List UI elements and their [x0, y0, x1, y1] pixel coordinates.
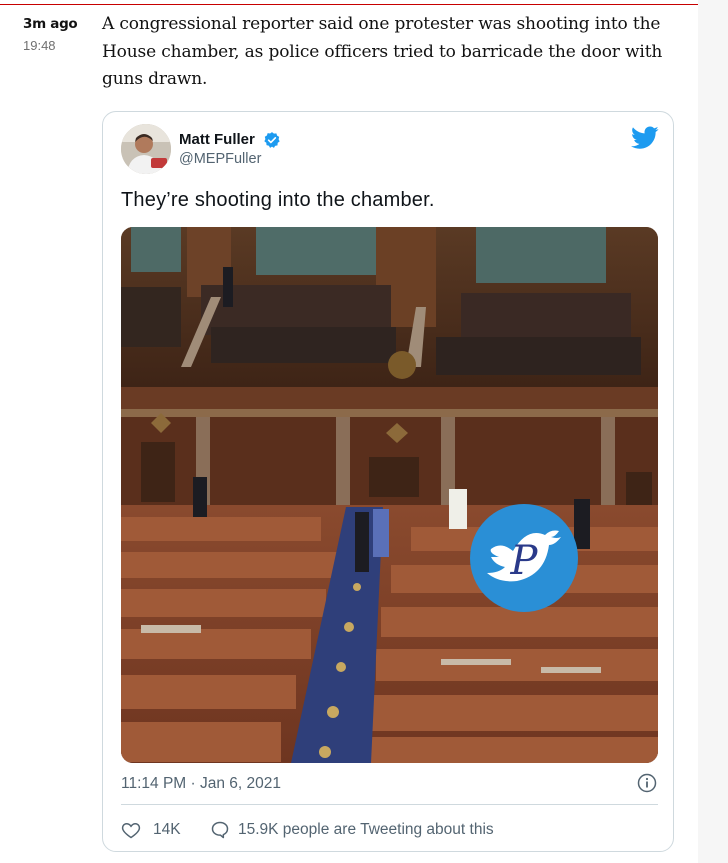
author-handle[interactable]: @MEPFuller [179, 151, 261, 167]
avatar[interactable] [121, 124, 171, 174]
verified-badge-icon [263, 131, 281, 149]
speech-bubble-icon[interactable] [210, 820, 230, 840]
entry-time: 3m ago 19:48 [23, 16, 93, 53]
conversation-action[interactable]: 15.9K people are Tweeting about this [210, 819, 494, 841]
time-ago-label[interactable]: 3m ago [23, 16, 93, 32]
like-action[interactable]: 14K [121, 819, 181, 841]
like-count: 14K [153, 821, 181, 838]
embedded-tweet[interactable]: Matt Fuller @MEPFuller They’re shooting … [102, 111, 674, 852]
entry-body-text: A congressional reporter said one protes… [102, 14, 663, 89]
author-name[interactable]: Matt Fuller [179, 131, 255, 148]
live-blog-entry: 3m ago 19:48 A congressional reporter sa… [0, 0, 698, 863]
tweet-divider [121, 804, 658, 805]
info-icon[interactable] [637, 773, 657, 793]
twitter-bird-icon[interactable] [631, 126, 659, 150]
watermark-letter: P [510, 538, 539, 584]
tweet-text: They’re shooting into the chamber. [121, 189, 435, 211]
conversation-count: 15.9K people are Tweeting about this [238, 821, 494, 838]
tweet-photo[interactable]: P [121, 227, 658, 763]
entry-divider [0, 4, 698, 5]
tweet-datetime[interactable]: 11:14 PM · Jan 6, 2021 [121, 775, 281, 793]
timestamp-label: 19:48 [23, 38, 56, 53]
heart-icon[interactable] [121, 820, 141, 840]
